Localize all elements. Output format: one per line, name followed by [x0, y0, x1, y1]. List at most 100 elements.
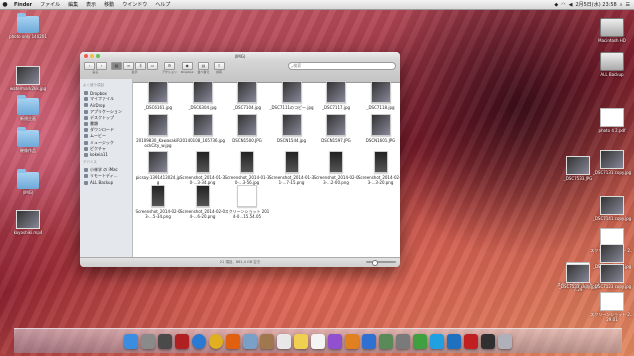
file-item[interactable]: _DSC6304.jpg [180, 81, 226, 110]
sidebar-item-icon [84, 134, 88, 139]
image-thumbnail [281, 81, 302, 103]
desktop-item[interactable]: _DSC7533.JPG [556, 156, 600, 181]
notes-icon[interactable] [294, 333, 308, 349]
photo-booth-icon[interactable] [175, 333, 189, 349]
file-item[interactable]: _DSC7117.jpg [313, 81, 359, 110]
preview-icon[interactable] [379, 333, 393, 349]
menu-file[interactable]: ファイル [36, 1, 64, 8]
file-item[interactable]: DSCN1544.jpg [269, 114, 315, 143]
file-item[interactable]: _DSC7118.jpg [358, 81, 401, 110]
action-button[interactable]: ⚙ [163, 62, 175, 70]
contacts-icon[interactable] [260, 333, 274, 349]
trash-icon[interactable] [498, 333, 512, 349]
desktop-item[interactable]: 新規企画 [6, 95, 50, 121]
menubar-clock[interactable]: 2月5日(水) 23:58 [575, 1, 616, 8]
desktop-item[interactable]: _DSC7123 copy.jpg [590, 264, 634, 289]
desktop-item[interactable]: watermark2kk.jpg [6, 66, 50, 91]
desktop-item[interactable]: ALL Backup [590, 52, 634, 77]
itunes-icon[interactable] [328, 333, 342, 349]
menu-go[interactable]: 移動 [100, 1, 118, 8]
sidebar-item-label: ムービー [90, 133, 106, 139]
file-item[interactable]: picsay-1391413024.jpg [135, 151, 181, 185]
file-item[interactable]: _DSC7104.jpg [224, 81, 270, 110]
mail-icon[interactable] [243, 333, 257, 349]
terminal-icon[interactable] [481, 333, 495, 349]
chrome-icon[interactable] [209, 333, 223, 349]
share-button[interactable]: ⇪ [213, 62, 225, 70]
slider-knob[interactable] [372, 260, 378, 266]
desktop-item[interactable]: 映像作品 [6, 127, 50, 153]
forward-button[interactable]: › [96, 62, 107, 70]
arrange-label: アクション [162, 70, 177, 74]
firefox-icon[interactable] [226, 333, 240, 349]
sidebar-item-label: ピクチャ [90, 145, 106, 151]
icon-size-slider[interactable] [366, 260, 396, 266]
evernote-icon[interactable] [413, 333, 427, 349]
sidebar-item-icon [84, 128, 88, 133]
menu-edit[interactable]: 編集 [64, 1, 82, 8]
dropbox-status-icon[interactable]: ◆ [554, 2, 558, 8]
volume-icon[interactable]: ◀ [569, 2, 573, 8]
reminders-icon[interactable] [311, 333, 325, 349]
file-name: DSCN1597.JPG [321, 138, 351, 143]
menu-help[interactable]: ヘルプ [151, 1, 174, 8]
system-preferences-icon[interactable] [396, 333, 410, 349]
menu-extras: ◆ ◠ ◀ 2月5日(水) 23:58 ⌕ ☰ [554, 1, 634, 9]
file-item[interactable]: 20140108_165736.jpg [180, 114, 226, 143]
file-item[interactable]: Screenshot_2014-02-03-...3-20.png [358, 151, 400, 185]
dropbox-button[interactable]: ◆ [181, 62, 193, 70]
menu-finder[interactable]: Finder [10, 2, 36, 8]
spotlight-icon[interactable]: ⌕ [620, 2, 623, 8]
list-view-button[interactable]: ≡ [123, 62, 134, 70]
file-item[interactable]: Screenshot_2014-01-30-...3-34.png [180, 151, 226, 185]
view-label: 表示 [131, 70, 138, 74]
sidebar-item-icon [84, 97, 88, 102]
file-item[interactable]: 20109830_KawasakiRockCity_w.jpg [135, 114, 181, 148]
wifi-icon[interactable]: ◠ [561, 2, 565, 8]
dropbox-icon[interactable] [447, 333, 461, 349]
file-item[interactable]: スクリーンショット 2014-0...15.54.05 [224, 185, 270, 219]
file-item[interactable]: _DSC6161.jpg [135, 81, 181, 110]
safari-icon[interactable] [192, 333, 206, 349]
favorites-header: よく使う項目 [83, 83, 104, 87]
file-item[interactable]: _DSC7111のコピー.jpg [269, 81, 315, 110]
skype-icon[interactable] [430, 333, 444, 349]
finder-window[interactable]: (IMG) ‹ › 戻る ▦ ≡ ⫼ ▭ 表示 ⚙ アクション ◆ Dropbo… [80, 52, 400, 267]
dock [14, 328, 622, 353]
file-item[interactable]: Screenshot_2014-01-30-...3-56.jpg [224, 151, 270, 185]
desktop-item[interactable]: _DSC7141 copy.jpg [590, 196, 634, 221]
apple-menu-icon[interactable]: ● [0, 1, 10, 8]
desktop-item[interactable]: koyashiki.mp4 [6, 210, 50, 235]
app-store-icon[interactable] [362, 333, 376, 349]
launchpad-icon[interactable] [141, 333, 155, 349]
file-name: DSCN1500.JPG [232, 138, 262, 143]
finder-icon[interactable] [124, 333, 138, 349]
back-button[interactable]: ‹ [84, 62, 95, 70]
file-item[interactable]: Screenshot_2014-02-03-...2-00.png [313, 151, 359, 185]
file-item[interactable]: Screenshot_2014-02-04-...6-20.png [180, 185, 226, 219]
desktop-item[interactable]: Macintosh HD [590, 18, 634, 43]
file-item[interactable]: DSCN1601.JPG [358, 114, 401, 143]
notification-center-icon[interactable]: ☰ [626, 2, 630, 8]
icon-view-button[interactable]: ▦ [111, 62, 122, 70]
sidebar-device-item[interactable]: ALL Backup [80, 179, 132, 185]
calendar-icon[interactable] [277, 333, 291, 349]
file-item[interactable]: Screenshot_2014-02-03-...5-34.png [135, 185, 181, 219]
ibooks-icon[interactable] [345, 333, 359, 349]
desktop-item[interactable]: photo only 140201 [6, 13, 50, 39]
desktop-item[interactable]: photo 4 2.pdf [590, 108, 634, 133]
desktop-item[interactable]: (IMG) [6, 169, 50, 195]
desktop-item[interactable]: スクリーンショット 2...29.01 [590, 292, 634, 322]
file-item[interactable]: DSCN1597.JPG [313, 114, 359, 143]
finder-titlebar[interactable]: (IMG) [80, 52, 400, 60]
menu-window[interactable]: ウインドウ [118, 1, 151, 8]
mission-control-icon[interactable] [158, 333, 172, 349]
file-item[interactable]: Screenshot_2014-01-31-...7-15.png [269, 151, 315, 185]
column-view-button[interactable]: ⫼ [135, 62, 146, 70]
file-item[interactable]: DSCN1500.JPG [224, 114, 270, 143]
menu-view[interactable]: 表示 [82, 1, 100, 8]
arrange-button[interactable]: ▤ [198, 62, 209, 70]
search-input[interactable]: ⌕ 検索 [288, 62, 396, 70]
coverflow-view-button[interactable]: ▭ [147, 62, 158, 70]
acrobat-icon[interactable] [464, 333, 478, 349]
